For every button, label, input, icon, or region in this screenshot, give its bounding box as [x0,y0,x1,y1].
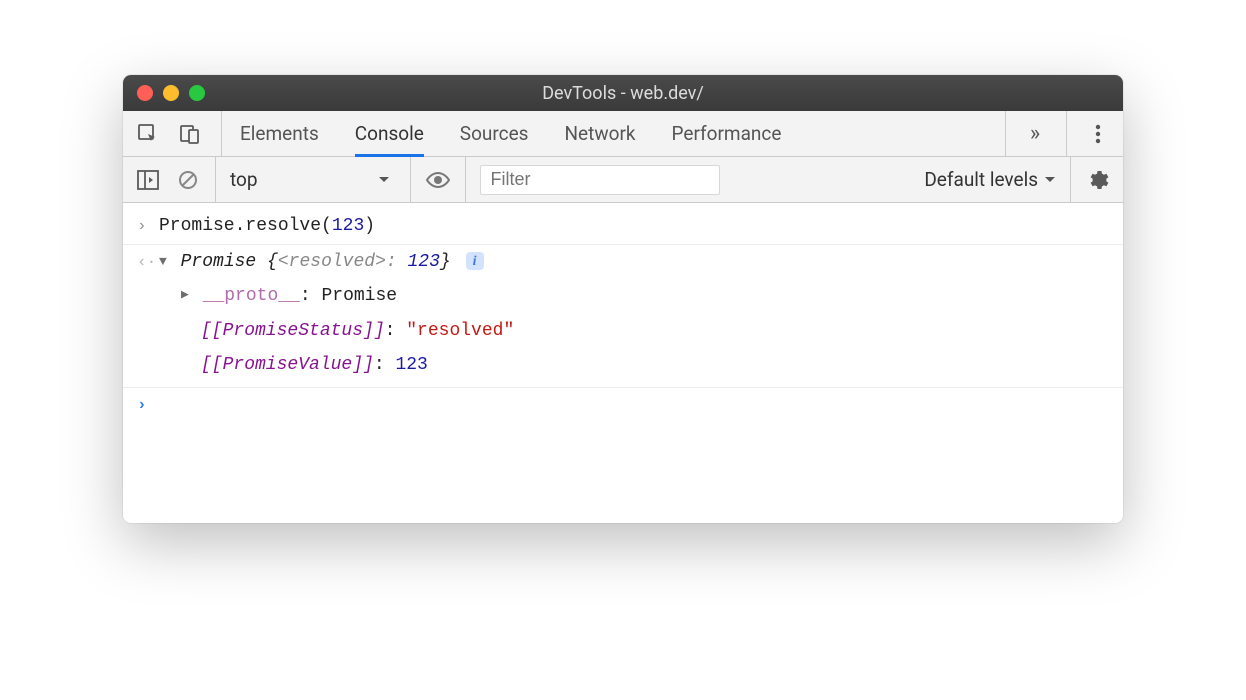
dropdown-arrow-icon [1044,176,1056,184]
promise-status-line: [[PromiseStatus]]: "resolved" [123,314,1123,349]
minimize-window-button[interactable] [163,85,179,101]
tab-network[interactable]: Network [564,111,635,156]
output-arrow-icon: ‹· [137,247,159,276]
close-window-button[interactable] [137,85,153,101]
proto-value: Promise [321,286,397,306]
status-key: [[PromiseStatus]] [201,321,385,341]
prompt-chevron-icon: › [137,390,159,419]
code-arg: 123 [332,216,364,236]
context-selector[interactable]: top [230,157,396,202]
console-body: › Promise.resolve(123) ‹· ▼ Promise {<re… [123,203,1123,523]
tab-sources[interactable]: Sources [460,111,529,156]
console-settings-icon[interactable] [1085,167,1111,193]
console-output-line: ‹· ▼ Promise {<resolved>: 123} i [123,245,1123,280]
console-toolbar: top Default levels [123,157,1123,203]
filter-input[interactable] [480,165,720,195]
window-title: DevTools - web.dev/ [542,83,704,104]
value-key: [[PromiseValue]] [201,355,374,375]
console-prompt[interactable]: › [123,388,1123,421]
tabs-bar: Elements Console Sources Network Perform… [123,111,1123,157]
more-tabs-icon[interactable]: » [1022,121,1048,147]
maximize-window-button[interactable] [189,85,205,101]
proto-line[interactable]: ▶ __proto__: Promise [123,279,1123,314]
value-value: 123 [395,355,427,375]
proto-key: __proto__ [203,286,300,306]
expand-toggle-icon[interactable]: ▼ [159,251,167,273]
devtools-window: DevTools - web.dev/ Elements Console Sou… [123,75,1123,523]
tab-console[interactable]: Console [355,111,424,156]
expand-toggle-icon[interactable]: ▶ [181,284,189,306]
console-input-echo: › Promise.resolve(123) [123,209,1123,244]
object-name: Promise [181,252,257,272]
kebab-menu-icon[interactable] [1085,121,1111,147]
log-levels-selector[interactable]: Default levels [924,168,1056,191]
device-mode-icon[interactable] [177,121,203,147]
log-levels-label: Default levels [924,168,1038,191]
status-value: "resolved" [406,321,514,341]
tab-performance[interactable]: Performance [672,111,782,156]
titlebar: DevTools - web.dev/ [123,75,1123,111]
input-chevron-icon: › [137,211,159,240]
clear-console-icon[interactable] [175,167,201,193]
context-selector-label: top [230,168,258,191]
code-call: Promise.resolve [159,216,321,236]
inspect-element-icon[interactable] [135,121,161,147]
promise-value-line: [[PromiseValue]]: 123 [123,348,1123,383]
traffic-lights [137,85,205,101]
live-expression-icon[interactable] [425,167,451,193]
dropdown-arrow-icon [378,176,390,184]
console-sidebar-toggle-icon[interactable] [135,167,161,193]
info-icon[interactable]: i [466,252,484,270]
tab-elements[interactable]: Elements [240,111,319,156]
